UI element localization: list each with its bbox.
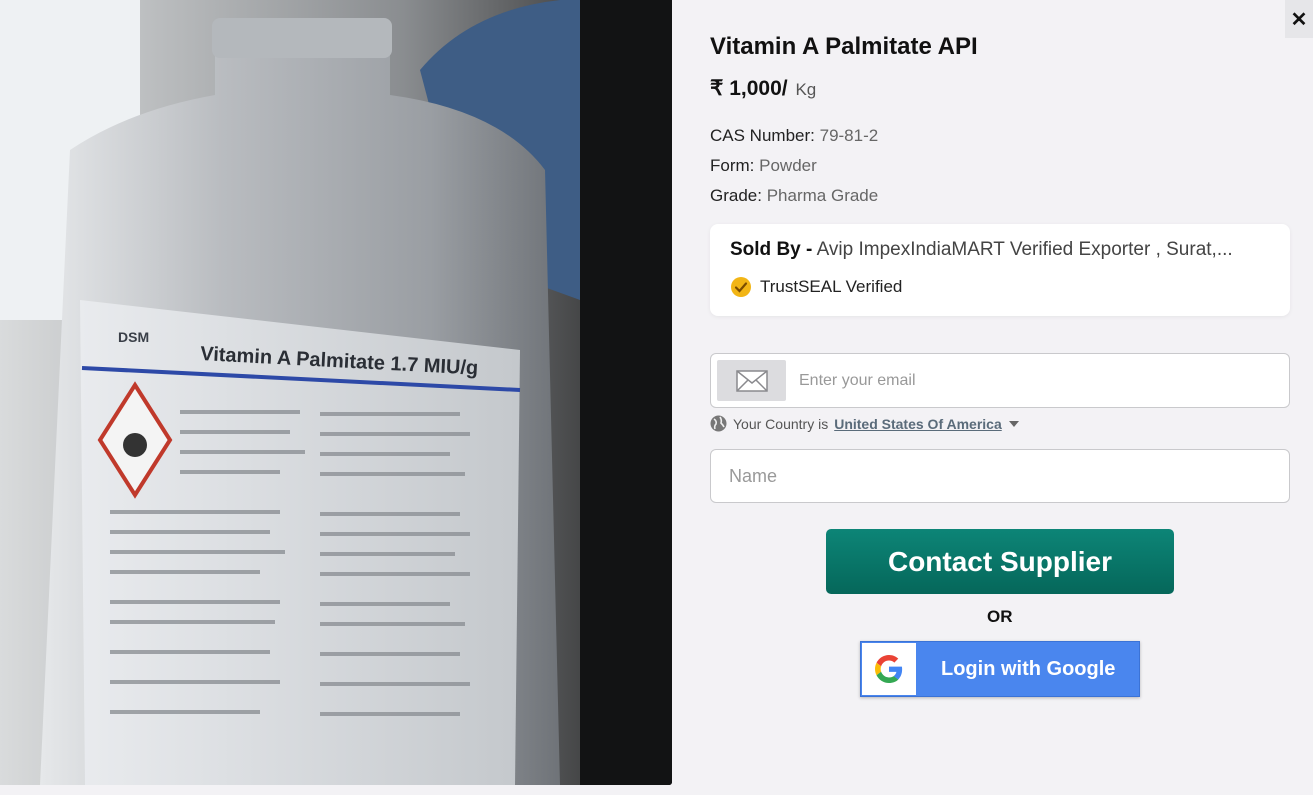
product-image: Vitamin A Palmitate 1.7 MIU/g DSM <box>0 0 672 785</box>
product-photo-illustration: Vitamin A Palmitate 1.7 MIU/g DSM <box>0 0 672 785</box>
sold-by-label: Sold By - <box>730 239 813 260</box>
spec-label: Grade: <box>710 186 762 205</box>
mail-icon <box>735 369 768 392</box>
close-icon: ✕ <box>1290 8 1308 31</box>
spec-value: Powder <box>759 156 817 175</box>
price-value: ₹ 1,000/ <box>710 77 788 100</box>
product-enquiry-modal: Vitamin A Palmitate 1.7 MIU/g DSM ✕ Vita… <box>0 0 1313 795</box>
contact-supplier-button[interactable]: Contact Supplier <box>826 529 1174 594</box>
spec-form: Form: Powder <box>710 156 817 176</box>
country-prefix: Your Country is <box>733 415 829 432</box>
trustseal-badge: TrustSEAL Verified <box>730 276 902 298</box>
trustseal-label: TrustSEAL Verified <box>760 277 903 296</box>
price-unit: Kg <box>795 80 817 99</box>
google-logo-box <box>862 643 916 695</box>
spec-value: Pharma Grade <box>766 186 879 205</box>
name-input[interactable] <box>729 450 1279 502</box>
trust-seal-icon <box>731 277 751 297</box>
svg-text:DSM: DSM <box>118 329 149 345</box>
mail-icon-box <box>717 360 786 401</box>
google-button-label: Login with Google <box>941 658 1116 680</box>
chevron-down-icon[interactable] <box>1008 420 1019 427</box>
close-button[interactable]: ✕ <box>1285 0 1313 38</box>
google-logo-icon <box>875 655 903 683</box>
product-price: ₹ 1,000/ Kg <box>710 76 816 101</box>
seller-card: Sold By - Avip ImpexIndiaMART Verified E… <box>710 224 1290 316</box>
seller-info: Sold By - Avip ImpexIndiaMART Verified E… <box>730 239 1275 261</box>
or-divider: OR <box>987 607 1013 626</box>
spec-label: Form: <box>710 156 755 175</box>
login-with-google-button[interactable]: Login with Google <box>860 641 1140 697</box>
spec-grade: Grade: Pharma Grade <box>710 186 878 206</box>
country-link[interactable]: United States Of America <box>834 416 1002 432</box>
seller-name[interactable]: Avip ImpexIndiaMART Verified Exporter , … <box>817 239 1233 260</box>
spec-label: CAS Number: <box>710 126 815 145</box>
email-field-container <box>710 353 1290 408</box>
spec-cas-number: CAS Number: 79-81-2 <box>710 126 878 146</box>
globe-icon <box>710 415 727 432</box>
name-field-container <box>710 449 1290 503</box>
country-selector: Your Country is United States Of America <box>710 415 1019 432</box>
email-input[interactable] <box>799 354 1279 407</box>
product-title: Vitamin A Palmitate API <box>710 33 978 60</box>
spec-value: 79-81-2 <box>819 126 879 145</box>
